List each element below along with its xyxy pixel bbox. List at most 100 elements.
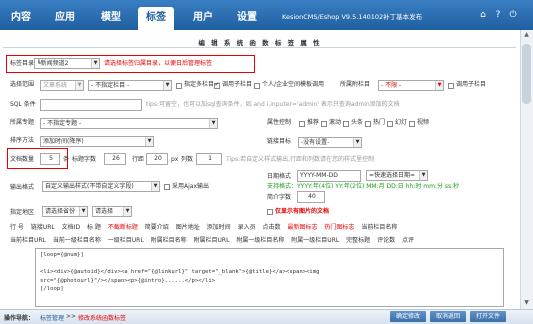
tag-field[interactable]: 附属栏目名称 [151, 237, 187, 244]
images-only-checkbox[interactable] [267, 209, 273, 215]
chevron-down-icon: ▼ [79, 207, 87, 216]
tab-users[interactable]: 用户 [188, 7, 218, 30]
home-icon[interactable]: ⌂ [478, 10, 488, 20]
date-quick-select[interactable]: =快速选择日期= ▼ [366, 170, 428, 181]
logout-icon[interactable]: ⏻ [508, 10, 518, 20]
sub-columns-label: 调用子栏目 [222, 81, 253, 88]
tag-field[interactable]: 附属一级栏目URL [291, 237, 339, 244]
date-format-input[interactable]: YYYY-MM-DD [297, 170, 361, 182]
belong-column-select[interactable]: - 不限 - ▼ [378, 80, 444, 91]
tag-field[interactable]: 当前一级栏目名称 [53, 237, 101, 244]
chevron-down-icon: ▼ [435, 81, 443, 90]
date-format-label: 日期格式 [267, 173, 292, 180]
open-file-button[interactable]: 打开文件 [470, 311, 506, 322]
tag-field[interactable]: 行 号 [10, 224, 24, 231]
page-title: 编 辑 系 统 函 数 标 签 属 性 [198, 39, 322, 47]
tag-field[interactable]: 最新图标志 [287, 224, 317, 231]
count-input[interactable]: 5 [40, 153, 60, 165]
tag-field[interactable]: 热门图标志 [324, 224, 354, 231]
call-sub-checkbox[interactable] [448, 83, 454, 89]
attr-slide-checkbox[interactable] [387, 121, 393, 127]
output-label: 输出格式 [10, 184, 35, 191]
tab-content[interactable]: 内容 [6, 7, 36, 30]
specified-column-checkbox[interactable] [176, 83, 182, 89]
tag-dir-select[interactable]: ┗新闻频道2 ▼ [34, 58, 100, 69]
tag-field[interactable]: 添加时间 [207, 224, 231, 231]
scroll-down-icon[interactable]: ▼ [522, 299, 531, 307]
tag-field[interactable]: 文档ID [62, 224, 80, 231]
chevron-down-icon: ▼ [163, 81, 171, 90]
attr-recommend-label: 推荐 [307, 119, 320, 126]
tag-field[interactable]: 点评 [402, 237, 414, 244]
confirm-modify-button[interactable]: 确定修改 [390, 311, 426, 322]
sql-input[interactable] [40, 99, 142, 111]
help-icon[interactable]: ? [493, 10, 503, 20]
title-divider [3, 47, 516, 48]
attr-recommend-checkbox[interactable] [299, 121, 305, 127]
tag-field[interactable]: 图片地址 [176, 224, 200, 231]
tag-field[interactable]: 简要介绍 [145, 224, 169, 231]
tab-apps[interactable]: 应用 [50, 7, 80, 30]
scroll-up-icon[interactable]: ▲ [522, 31, 531, 39]
tag-field[interactable]: 评论数 [377, 237, 395, 244]
attr-headline-checkbox[interactable] [343, 121, 349, 127]
tag-dir-label: 标签目录 [10, 60, 35, 67]
tag-field[interactable]: 附属栏目URL [194, 237, 230, 244]
link-target-label: 链接目标 [267, 138, 292, 145]
breadcrumb-current: 修改系统函数标签 [78, 315, 127, 322]
row-space-label: 行距 [132, 156, 145, 163]
tab-models[interactable]: 模型 [96, 7, 126, 30]
breadcrumb-separator: >> [66, 313, 77, 320]
attr-video-label: 视频 [417, 119, 430, 126]
chevron-down-icon: ▼ [75, 81, 83, 90]
channel-select[interactable]: 文章系统 ▼ [40, 80, 84, 91]
sub-columns-checkbox[interactable] [214, 81, 220, 89]
attr-slide-label: 幻灯 [395, 119, 408, 126]
column-select[interactable]: - 不指定栏目 - ▼ [88, 80, 172, 91]
tag-field[interactable]: 不截断标题 [108, 224, 138, 231]
cols-tips: Tips:若自定义样式输出,行距和列数请在您的样式里控制 [226, 156, 375, 163]
attr-video-checkbox[interactable] [409, 121, 415, 127]
chevron-down-icon: ▼ [91, 59, 99, 68]
breadcrumb-tag-manage[interactable]: 标签管理 [40, 313, 64, 322]
tag-field[interactable]: 点击数 [263, 224, 281, 231]
title-length-label: 标题字数 [72, 156, 97, 163]
tag-field-row-1: 行 号 链接URL 文档ID 标 题 不截断标题 简要介绍 图片地址 添加时间 … [10, 222, 402, 231]
tab-settings[interactable]: 设置 [232, 7, 262, 30]
cancel-return-button[interactable]: 取消返回 [430, 311, 466, 322]
city-select[interactable]: 请选择 ▼ [92, 206, 132, 217]
output-select[interactable]: 自定义输出样式(不带自定义字段) ▼ [42, 181, 160, 192]
tag-field[interactable]: 完整标题 [346, 237, 370, 244]
special-select[interactable]: - 不指定专题 - ▼ [40, 118, 218, 129]
tab-tags[interactable]: 标签 [138, 7, 174, 30]
row-space-input[interactable]: 20 [146, 153, 168, 165]
tag-field[interactable]: 标 题 [87, 224, 101, 231]
sql-label: SQL 条件 [10, 101, 36, 108]
ajax-output-label: 采用Ajax输出 [172, 183, 209, 190]
intro-length-input[interactable]: 40 [297, 191, 325, 203]
tag-field[interactable]: 一级栏目URL [108, 237, 144, 244]
cols-input[interactable]: 1 [196, 153, 222, 165]
ajax-output-checkbox[interactable] [164, 184, 170, 190]
chevron-down-icon: ▼ [123, 207, 131, 216]
attr-hot-checkbox[interactable] [365, 121, 371, 127]
chevron-down-icon: ▼ [145, 137, 153, 146]
attr-label: 属性控制 [267, 119, 292, 126]
template-textarea[interactable]: [loop={@num}] <li><div>{@autoid}</div><a… [35, 248, 504, 307]
personal-channel-checkbox[interactable] [254, 83, 260, 89]
tag-field[interactable]: 链接URL [31, 224, 55, 231]
tag-field[interactable]: 附属一级栏目名称 [236, 237, 284, 244]
attr-scroll-checkbox[interactable] [321, 121, 327, 127]
province-select[interactable]: 请选择省份 ▼ [42, 206, 88, 217]
tag-field[interactable]: 录入员 [238, 224, 256, 231]
link-target-select[interactable]: -没有设置- ▼ [298, 137, 362, 148]
attr-scroll-label: 滚动 [329, 119, 342, 126]
tag-field[interactable]: 当前栏目URL [10, 237, 46, 244]
attr-headline-label: 头条 [351, 119, 364, 126]
scroll-thumb[interactable] [522, 44, 531, 104]
sort-select[interactable]: 添加时间(降序) ▼ [40, 136, 154, 147]
tag-field[interactable]: 当前栏目名称 [361, 224, 397, 231]
cols-label: 列数 [181, 156, 194, 163]
title-length-input[interactable]: 26 [104, 153, 126, 165]
chevron-down-icon: ▼ [151, 182, 159, 191]
